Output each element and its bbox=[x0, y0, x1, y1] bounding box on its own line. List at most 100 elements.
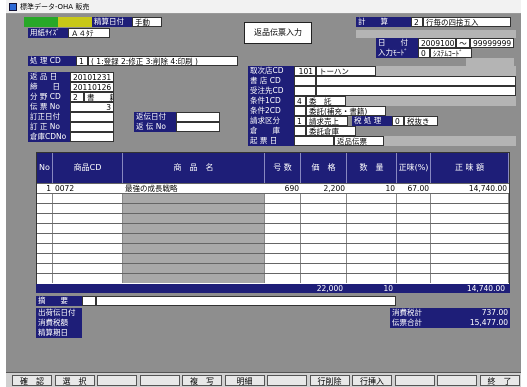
application-window: 標準データ-OHA 販売 精算日付 手動 計 算 2 行毎の四捨五入 用紙ｻｲｽ… bbox=[6, 0, 521, 387]
return-slip-no-label: 返 伝 No bbox=[134, 122, 176, 132]
settlement-date-label: 精算期日 bbox=[36, 328, 82, 338]
table-cell bbox=[265, 234, 301, 243]
row-no: 1 bbox=[46, 184, 51, 193]
function-key-12[interactable]: 終 了 bbox=[479, 375, 520, 386]
row-price[interactable]: 2,200 bbox=[301, 184, 347, 193]
table-row-empty[interactable] bbox=[37, 263, 509, 273]
table-row-empty[interactable] bbox=[37, 233, 509, 243]
correction-no-field[interactable] bbox=[70, 122, 114, 132]
billing-type-field[interactable]: 1 bbox=[294, 116, 306, 126]
row-rate[interactable]: 67.00 bbox=[397, 184, 431, 193]
table-cell bbox=[301, 274, 347, 283]
function-key-5[interactable]: 複 写 bbox=[182, 375, 222, 386]
table-cell bbox=[347, 234, 397, 243]
table-row-empty[interactable] bbox=[37, 223, 509, 233]
condition1-field[interactable]: 4 bbox=[294, 96, 306, 106]
table-cell bbox=[301, 214, 347, 223]
table-row-empty[interactable] bbox=[37, 213, 509, 223]
bookstore-code-field[interactable] bbox=[294, 76, 316, 86]
function-key-2[interactable]: 選 択 bbox=[54, 375, 95, 386]
table-cell bbox=[123, 234, 265, 243]
function-key-11[interactable] bbox=[437, 375, 477, 386]
closing-date-field[interactable]: 20110126 bbox=[70, 82, 114, 92]
table-cell bbox=[265, 204, 301, 213]
top-tab-1[interactable] bbox=[24, 17, 58, 27]
correction-date-label: 訂正日付 bbox=[28, 112, 70, 122]
table-cell bbox=[397, 254, 431, 263]
paper-size-field[interactable]: Ａ４ﾀﾃ bbox=[68, 28, 110, 38]
return-slip-no-field[interactable] bbox=[176, 122, 220, 132]
table-row-empty[interactable] bbox=[37, 203, 509, 213]
distributor-code-field[interactable]: 101 bbox=[294, 66, 316, 76]
table-row-empty[interactable] bbox=[37, 253, 509, 263]
proc-code-options: ( 1:登録 2:修正 3:削除 4:印刷 ) bbox=[88, 56, 238, 66]
memo-field[interactable] bbox=[96, 296, 396, 306]
condition1-panel bbox=[346, 96, 516, 106]
table-cell bbox=[347, 264, 397, 273]
table-cell bbox=[347, 254, 397, 263]
warehouse-field[interactable] bbox=[294, 126, 306, 136]
table-cell bbox=[397, 214, 431, 223]
issue-date-field[interactable] bbox=[294, 136, 334, 146]
table-cell bbox=[37, 274, 53, 283]
calc-text: 行毎の四捨五入 bbox=[423, 17, 511, 27]
form-title: 返品伝票入力 bbox=[244, 22, 312, 44]
function-key-6[interactable]: 明細 bbox=[224, 375, 265, 386]
warehouse-no-field[interactable] bbox=[70, 132, 114, 142]
table-cell bbox=[397, 264, 431, 273]
col-header-rate: 正味(%) bbox=[397, 153, 431, 183]
table-cell bbox=[123, 194, 265, 203]
warehouse-label: 倉 庫 bbox=[248, 126, 294, 136]
date-from-field[interactable]: 20091001 bbox=[418, 38, 456, 48]
issue-date-text: 返品伝票 bbox=[334, 136, 384, 146]
memo-code-field[interactable] bbox=[82, 296, 96, 306]
row-name: 最強の成長戦略 bbox=[125, 184, 178, 193]
function-key-9[interactable]: 行挿入 bbox=[352, 375, 392, 386]
row-issue[interactable]: 690 bbox=[265, 184, 301, 193]
correction-date-field[interactable] bbox=[70, 112, 114, 122]
row-code[interactable]: 0072 bbox=[53, 184, 123, 193]
input-mode-field[interactable]: 0 bbox=[418, 48, 430, 58]
table-cell bbox=[123, 214, 265, 223]
billing-type-label: 請求区分 bbox=[248, 116, 294, 126]
top-tab-2[interactable] bbox=[58, 17, 92, 27]
tax-handling-field[interactable]: 0 bbox=[392, 116, 404, 126]
table-cell bbox=[397, 244, 431, 253]
shipping-date-label: 出荷伝日付 bbox=[36, 308, 82, 318]
table-row[interactable]: 1 0072 最強の成長戦略 690 2,200 10 67.00 14,740… bbox=[37, 183, 509, 193]
customer-code-field[interactable] bbox=[294, 86, 316, 96]
return-slip-date-label: 返伝日付 bbox=[134, 112, 176, 122]
table-cell bbox=[123, 204, 265, 213]
table-row-empty[interactable] bbox=[37, 193, 509, 203]
calc-field[interactable]: 2 bbox=[411, 17, 423, 27]
condition2-field[interactable] bbox=[294, 106, 306, 116]
function-key-8[interactable]: 行削除 bbox=[309, 375, 350, 386]
table-cell bbox=[301, 264, 347, 273]
seisan-field[interactable]: 手動 bbox=[132, 17, 162, 27]
table-cell bbox=[37, 254, 53, 263]
table-cell bbox=[431, 264, 509, 273]
table-cell bbox=[397, 194, 431, 203]
date-to-field[interactable]: 99999999 bbox=[470, 38, 514, 48]
table-row-empty[interactable] bbox=[37, 243, 509, 253]
function-key-3[interactable] bbox=[97, 375, 137, 386]
function-key-4[interactable] bbox=[139, 375, 180, 386]
return-slip-date-field[interactable] bbox=[176, 112, 220, 122]
slip-no-field[interactable]: 3 bbox=[70, 102, 114, 112]
function-key-7[interactable] bbox=[267, 375, 307, 386]
table-cell bbox=[53, 264, 123, 273]
billing-type-text: 請求売上 bbox=[306, 116, 348, 126]
field-code-field[interactable]: 2 bbox=[70, 92, 84, 102]
table-cell bbox=[431, 214, 509, 223]
function-key-10[interactable] bbox=[394, 375, 435, 386]
table-row-empty[interactable] bbox=[37, 273, 509, 283]
function-key-1[interactable]: 確 認 bbox=[12, 375, 52, 386]
return-date-field[interactable]: 20101231 bbox=[70, 72, 114, 82]
table-cell bbox=[431, 204, 509, 213]
table-cell bbox=[301, 234, 347, 243]
total-amount: 14,740.00 bbox=[466, 284, 505, 293]
proc-code-field[interactable]: 1 bbox=[76, 56, 88, 66]
date-separator: 〜 bbox=[456, 38, 470, 48]
row-qty[interactable]: 10 bbox=[347, 184, 397, 193]
customer-name bbox=[316, 86, 516, 96]
